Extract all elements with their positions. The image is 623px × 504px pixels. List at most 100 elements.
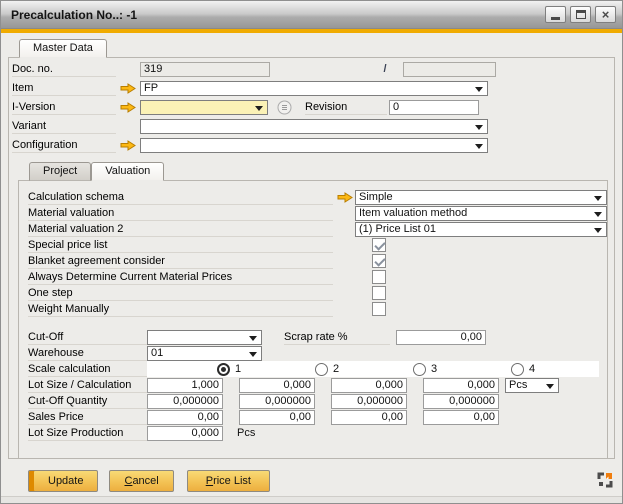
master-data-pane: Doc. no. / Item FP I-Version xyxy=(8,57,615,459)
version-list-icon[interactable] xyxy=(277,100,292,115)
material-valuation-2-label: Material valuation 2 xyxy=(28,222,333,237)
cut-off-quantity-label: Cut-Off Quantity xyxy=(28,394,147,409)
always-determine-prices-checkbox[interactable] xyxy=(372,270,386,284)
row-item: Item FP xyxy=(12,80,614,96)
scale-calculation-label: Scale calculation xyxy=(28,362,147,377)
link-arrow-icon[interactable] xyxy=(120,102,136,113)
uom-select[interactable]: Pcs xyxy=(505,378,559,393)
cut-off-qty-field-1[interactable] xyxy=(147,394,223,409)
scale-options: 1 2 3 4 xyxy=(147,361,599,377)
item-label: Item xyxy=(12,81,116,96)
doc-no-secondary-field xyxy=(403,62,496,77)
maximize-button[interactable] xyxy=(570,6,591,23)
price-list-button[interactable]: Price List xyxy=(187,470,270,492)
minimize-button[interactable] xyxy=(545,6,566,23)
lot-size-production-unit: Pcs xyxy=(237,427,255,439)
cut-off-select[interactable] xyxy=(147,330,262,345)
window-resize-icon[interactable] xyxy=(597,472,613,488)
blanket-agreement-checkbox[interactable] xyxy=(372,254,386,268)
scale-radio-4-label: 4 xyxy=(529,363,535,375)
window-controls: × xyxy=(545,6,616,23)
precalculation-dialog: Precalculation No..: -1 × Master Data Do… xyxy=(0,0,623,504)
dropdown-arrow-icon xyxy=(475,125,483,134)
row-lot-size-calculation: Lot Size / Calculation Pcs xyxy=(28,377,607,393)
row-sales-price: Sales Price xyxy=(28,409,607,425)
link-arrow-icon[interactable] xyxy=(337,192,353,203)
weight-manually-checkbox[interactable] xyxy=(372,302,386,316)
footer: Update Cancel Price List xyxy=(1,459,622,497)
cut-off-label: Cut-Off xyxy=(28,330,147,345)
tab-master-data[interactable]: Master Data xyxy=(19,39,107,58)
i-version-select[interactable] xyxy=(140,100,268,115)
calculation-schema-select[interactable]: Simple xyxy=(355,190,607,205)
material-valuation-2-select[interactable]: (1) Price List 01 xyxy=(355,222,607,237)
cancel-button[interactable]: Cancel xyxy=(109,470,173,492)
configuration-select[interactable] xyxy=(140,138,488,153)
valuation-pane: Calculation schema Simple Material valua… xyxy=(18,180,608,459)
row-material-valuation: Material valuation Item valuation method xyxy=(28,205,607,221)
row-one-step: One step xyxy=(28,285,607,301)
scale-radio-4[interactable] xyxy=(511,363,524,376)
scale-radio-1[interactable] xyxy=(217,363,230,376)
lot-size-field-4[interactable] xyxy=(423,378,499,393)
minimize-icon xyxy=(551,17,560,20)
scale-radio-3[interactable] xyxy=(413,363,426,376)
i-version-label: I-Version xyxy=(12,100,116,115)
cut-off-qty-field-4[interactable] xyxy=(423,394,499,409)
link-arrow-icon[interactable] xyxy=(120,140,136,151)
always-determine-prices-label: Always Determine Current Material Prices xyxy=(28,270,333,285)
row-variant: Variant xyxy=(12,118,614,134)
row-weight-manually: Weight Manually xyxy=(28,301,607,317)
variant-select[interactable] xyxy=(140,119,488,134)
row-configuration: Configuration xyxy=(12,137,614,153)
row-cut-off-quantity: Cut-Off Quantity xyxy=(28,393,607,409)
titlebar[interactable]: Precalculation No..: -1 × xyxy=(1,1,622,29)
row-cut-off: Cut-Off Scrap rate % xyxy=(28,329,607,345)
one-step-checkbox[interactable] xyxy=(372,286,386,300)
row-scale-calculation: Scale calculation 1 2 3 4 xyxy=(28,361,607,377)
calculation-schema-label: Calculation schema xyxy=(28,190,333,205)
link-arrow-icon[interactable] xyxy=(120,83,136,94)
lot-size-field-1[interactable] xyxy=(147,378,223,393)
tab-project[interactable]: Project xyxy=(29,162,91,181)
row-special-price-list: Special price list xyxy=(28,237,607,253)
window-bottom-strip xyxy=(1,496,622,503)
lot-size-field-2[interactable] xyxy=(239,378,315,393)
dropdown-arrow-icon xyxy=(594,196,602,205)
dropdown-arrow-icon xyxy=(475,87,483,96)
dropdown-arrow-icon xyxy=(475,144,483,153)
close-icon: × xyxy=(602,8,610,21)
scrap-rate-field[interactable] xyxy=(396,330,486,345)
sales-price-field-2[interactable] xyxy=(239,410,315,425)
special-price-list-checkbox[interactable] xyxy=(372,238,386,252)
row-warehouse: Warehouse 01 xyxy=(28,345,607,361)
cut-off-qty-field-3[interactable] xyxy=(331,394,407,409)
sales-price-field-3[interactable] xyxy=(331,410,407,425)
maximize-icon xyxy=(576,10,586,19)
detail-tabstrip: Project Valuation xyxy=(12,156,614,181)
material-valuation-label: Material valuation xyxy=(28,206,333,221)
close-button[interactable]: × xyxy=(595,6,616,23)
sales-price-field-4[interactable] xyxy=(423,410,499,425)
row-lot-size-production: Lot Size Production Pcs xyxy=(28,425,607,441)
update-button[interactable]: Update xyxy=(28,470,98,492)
item-select[interactable]: FP xyxy=(140,81,488,96)
warehouse-select[interactable]: 01 xyxy=(147,346,262,361)
weight-manually-label: Weight Manually xyxy=(28,302,333,317)
dropdown-arrow-icon xyxy=(249,336,257,345)
cut-off-qty-field-2[interactable] xyxy=(239,394,315,409)
doc-no-field xyxy=(140,62,270,77)
variant-label: Variant xyxy=(12,119,116,134)
lot-size-calculation-label: Lot Size / Calculation xyxy=(28,378,147,393)
dropdown-arrow-icon xyxy=(255,106,263,115)
calculation-schema-value: Simple xyxy=(359,191,393,203)
row-i-version: I-Version Revision xyxy=(12,99,614,115)
lot-size-production-field[interactable] xyxy=(147,426,223,441)
tab-valuation[interactable]: Valuation xyxy=(91,162,164,181)
revision-field[interactable] xyxy=(389,100,479,115)
material-valuation-select[interactable]: Item valuation method xyxy=(355,206,607,221)
sales-price-field-1[interactable] xyxy=(147,410,223,425)
scale-radio-2[interactable] xyxy=(315,363,328,376)
lot-size-field-3[interactable] xyxy=(331,378,407,393)
master-tabstrip: Master Data xyxy=(1,33,622,58)
